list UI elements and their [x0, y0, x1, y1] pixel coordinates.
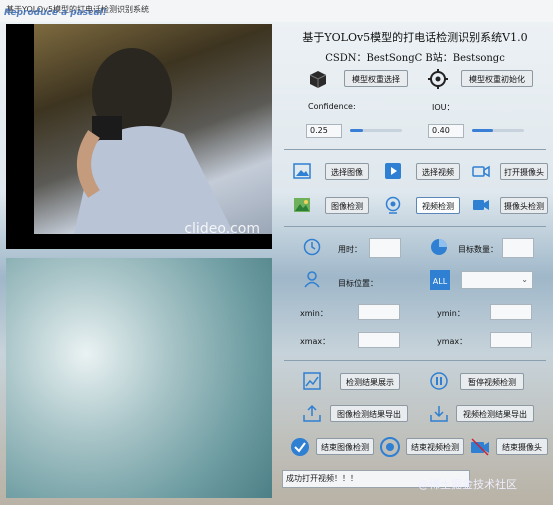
confidence-slider-track[interactable] — [350, 129, 402, 132]
author-info: CSDN：BestSongC B站：Bestsongc — [325, 53, 505, 64]
target-icon — [428, 69, 448, 89]
image-icon — [293, 163, 311, 179]
xmin-label: xmin： — [300, 309, 328, 318]
svg-text:ALL: ALL — [433, 277, 448, 286]
pause-video-detect-button[interactable]: 暂停视频检测 — [460, 373, 524, 390]
overlay-watermark: Reproduce a pascal! — [4, 8, 107, 18]
confidence-spinbox[interactable]: 0.25 — [306, 124, 342, 138]
xmax-field — [358, 332, 400, 348]
export-video-results-button[interactable]: 视频检测结果导出 — [456, 405, 534, 422]
divider — [284, 149, 546, 150]
background-image — [6, 258, 272, 498]
divider — [284, 226, 546, 227]
open-camera-button[interactable]: 打开摄像头 — [500, 163, 548, 180]
time-value-field — [369, 238, 401, 258]
target-count-label: 目标数量： — [458, 245, 498, 254]
model-weight-init-button[interactable]: 模型权重初始化 — [461, 70, 533, 87]
ymax-label: ymax： — [437, 337, 468, 346]
download-icon — [430, 406, 448, 422]
video-detect-button[interactable]: 视频检测 — [416, 197, 460, 214]
iou-label: IOU： — [432, 103, 455, 112]
title-bar: 基于YOLOv5模型的打电话检测识别系统 Reproduce a pascal! — [0, 0, 553, 22]
video-frame — [34, 24, 272, 234]
target-position-select[interactable]: ⌄ — [461, 271, 533, 289]
chevron-down-icon: ⌄ — [521, 275, 528, 284]
confidence-slider-fill — [350, 129, 363, 132]
clock-icon — [303, 238, 321, 256]
video-display: clideo.com — [6, 24, 272, 249]
person-figure — [74, 48, 234, 234]
upload-icon — [303, 404, 321, 422]
show-results-button[interactable]: 检测结果展示 — [340, 373, 400, 390]
select-video-button[interactable]: 选择视频 — [416, 163, 460, 180]
export-image-results-button[interactable]: 图像检测结果导出 — [330, 405, 408, 422]
user-location-icon — [304, 271, 320, 288]
camera-off-icon — [471, 438, 489, 456]
ymax-field — [490, 332, 532, 348]
camera-detect-button[interactable]: 摄像头检测 — [500, 197, 548, 214]
app-window: 基于YOLOv5模型的打电话检测识别系统 Reproduce a pascal!… — [0, 0, 553, 505]
corner-watermark: @稀土掘金技术社区 — [418, 478, 517, 491]
target-count-field — [502, 238, 534, 258]
confidence-label: Confidence: — [308, 102, 356, 111]
webcam-icon — [385, 196, 401, 214]
end-video-detect-button[interactable]: 结束视频检测 — [406, 438, 464, 455]
pie-chart-icon — [431, 239, 447, 255]
target-position-label: 目标位置： — [338, 279, 378, 288]
app-title: 基于YOLOv5模型的打电话检测识别系统V1.0 — [302, 31, 528, 44]
model-weight-select-button[interactable]: 模型权重选择 — [344, 70, 408, 87]
xmin-field — [358, 304, 400, 320]
all-icon: ALL — [430, 270, 450, 290]
time-label: 用时： — [338, 245, 362, 254]
select-image-button[interactable]: 选择图像 — [325, 163, 369, 180]
record-stop-icon — [380, 437, 400, 457]
video-watermark: clideo.com — [184, 221, 260, 237]
image-detect-button[interactable]: 图像检测 — [325, 197, 369, 214]
iou-slider-fill — [472, 129, 493, 132]
ymin-label: ymin： — [437, 309, 465, 318]
pause-icon — [430, 372, 448, 390]
xmax-label: xmax： — [300, 337, 331, 346]
divider — [284, 360, 546, 361]
ymin-field — [490, 304, 532, 320]
end-camera-button[interactable]: 结束摄像头 — [496, 438, 548, 455]
landscape-icon — [294, 198, 310, 212]
chart-icon — [303, 372, 321, 390]
check-circle-icon — [291, 438, 309, 456]
iou-spinbox[interactable]: 0.40 — [428, 124, 464, 138]
end-image-detect-button[interactable]: 结束图像检测 — [316, 438, 374, 455]
camera-icon — [472, 165, 490, 178]
video-camera-icon — [473, 200, 489, 210]
iou-slider-track[interactable] — [472, 129, 524, 132]
cube-icon — [309, 71, 327, 88]
video-file-icon — [385, 163, 401, 179]
